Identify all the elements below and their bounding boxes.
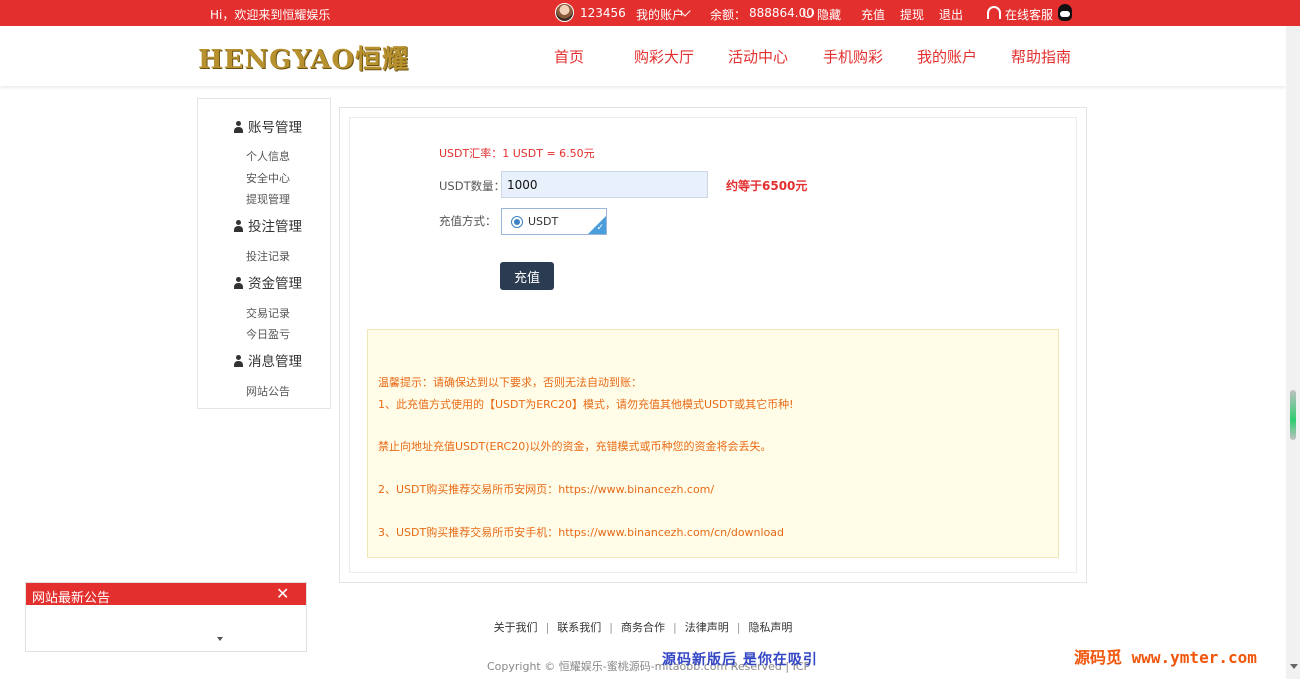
check-icon: ✓ [596,223,604,233]
usdt-quantity-label: USDT数量： [439,179,506,193]
sidebar-item-personal-info[interactable]: 个人信息 [246,148,290,164]
radio-selected-icon[interactable] [511,216,523,228]
sidebar-section-title: 账号管理 [248,120,302,136]
online-service-link[interactable]: 在线客服 [1005,6,1053,23]
recharge-method-label: 充值方式： [439,214,497,228]
withdraw-link[interactable]: 提现 [900,6,924,23]
user-icon [233,355,244,367]
nav-mobile-lottery[interactable]: 手机购彩 [823,46,883,67]
sidebar-item-security-center[interactable]: 安全中心 [246,170,290,186]
method-option-label: USDT [528,215,559,228]
sidebar-section-title: 消息管理 [248,354,302,370]
scrollbar-thumb[interactable] [1290,390,1296,440]
usdt-rate-text: USDT汇率：1 USDT = 6.50元 [439,147,595,160]
recharge-link[interactable]: 充值 [861,6,885,23]
notice-line: 禁止向地址充值USDT(ERC20)以外的资金，充错模式或币种您的资金将会丢失。 [378,440,772,453]
footer-business[interactable]: 商务合作 [613,621,673,634]
avatar[interactable] [555,3,574,22]
sidebar-section-messages[interactable]: 消息管理 [233,350,302,370]
user-icon [233,277,244,289]
sidebar-section-account[interactable]: 账号管理 [233,116,302,136]
notice-popup: 网站最新公告 ✕ [25,582,307,652]
notice-line: 1、此充值方式使用的【USDT为ERC20】模式，请勿充值其他模式USDT或其它… [378,398,794,411]
sidebar-item-transactions[interactable]: 交易记录 [246,305,290,321]
scrollbar-track[interactable] [1286,26,1300,679]
scroll-down-arrow-icon[interactable] [1290,664,1298,669]
sidebar-item-withdraw-manage[interactable]: 提现管理 [246,191,290,207]
notice-line: 2、USDT购买推荐交易所币安网页：https://www.binancezh.… [378,483,715,496]
popup-title: 网站最新公告 [26,583,306,606]
username: 123456 [580,6,626,20]
welcome-text: Hi，欢迎来到恒耀娱乐 [210,8,331,22]
sidebar-section-funds[interactable]: 资金管理 [233,272,302,292]
notice-box: 温馨提示：请确保达到以下要求，否则无法自动到账： 1、此充值方式使用的【USDT… [367,329,1059,558]
qq-icon[interactable] [1058,4,1072,21]
approx-amount-text: 约等于6500元 [726,179,808,193]
sidebar-section-betting[interactable]: 投注管理 [233,215,302,235]
footer-about[interactable]: 关于我们 [486,621,546,634]
footer-privacy[interactable]: 隐私声明 [740,621,800,634]
refresh-icon[interactable] [803,7,814,18]
notice-line: 3、USDT购买推荐交易所币安手机：https://www.binancezh.… [378,526,785,539]
headset-icon[interactable] [987,6,1001,19]
notice-line: 温馨提示：请确保达到以下要求，否则无法自动到账： [378,376,642,389]
logout-link[interactable]: 退出 [939,6,963,23]
sidebar-section-title: 投注管理 [248,219,302,235]
sidebar-section-title: 资金管理 [248,276,302,292]
footer-legal[interactable]: 法律声明 [677,621,737,634]
balance-label: 余额： [710,8,747,22]
close-icon[interactable]: ✕ [276,584,289,603]
footer-contact[interactable]: 联系我们 [549,621,609,634]
my-account-menu[interactable]: 我的账户 [636,6,684,23]
sidebar-item-today-pnl[interactable]: 今日盈亏 [246,326,290,342]
sidebar-item-site-notice[interactable]: 网站公告 [246,383,290,399]
hide-balance-link[interactable]: 隐藏 [817,6,841,23]
nav-lottery-hall[interactable]: 购彩大厅 [634,46,694,67]
user-icon [233,121,244,133]
nav-activity-center[interactable]: 活动中心 [728,46,788,67]
sidebar-item-bet-records[interactable]: 投注记录 [246,248,290,264]
nav-my-account[interactable]: 我的账户 [917,46,977,67]
user-icon [233,220,244,232]
caret-down-icon[interactable] [217,637,223,641]
usdt-quantity-input[interactable] [501,171,708,198]
account-sidebar: 账号管理 个人信息 安全中心 提现管理 投注管理 投注记录 资金管理 交易记录 … [197,98,331,409]
recharge-submit-button[interactable]: 充值 [500,262,554,290]
top-bar: Hi，欢迎来到恒耀娱乐 123456 我的账户 余额： 888864.00 隐藏… [0,0,1300,26]
watermark-center: 源码新版后 是你在吸引 [662,652,818,668]
header: HENGYAO恒耀 首页 购彩大厅 活动中心 手机购彩 我的账户 帮助指南 [0,26,1286,86]
watermark-right: 源码觅 www.ymter.com [1074,648,1257,667]
logo[interactable]: HENGYAO恒耀 [198,39,409,76]
nav-home[interactable]: 首页 [554,46,584,67]
recharge-method-option[interactable]: USDT ✓ [501,208,607,235]
nav-help-guide[interactable]: 帮助指南 [1011,46,1071,67]
